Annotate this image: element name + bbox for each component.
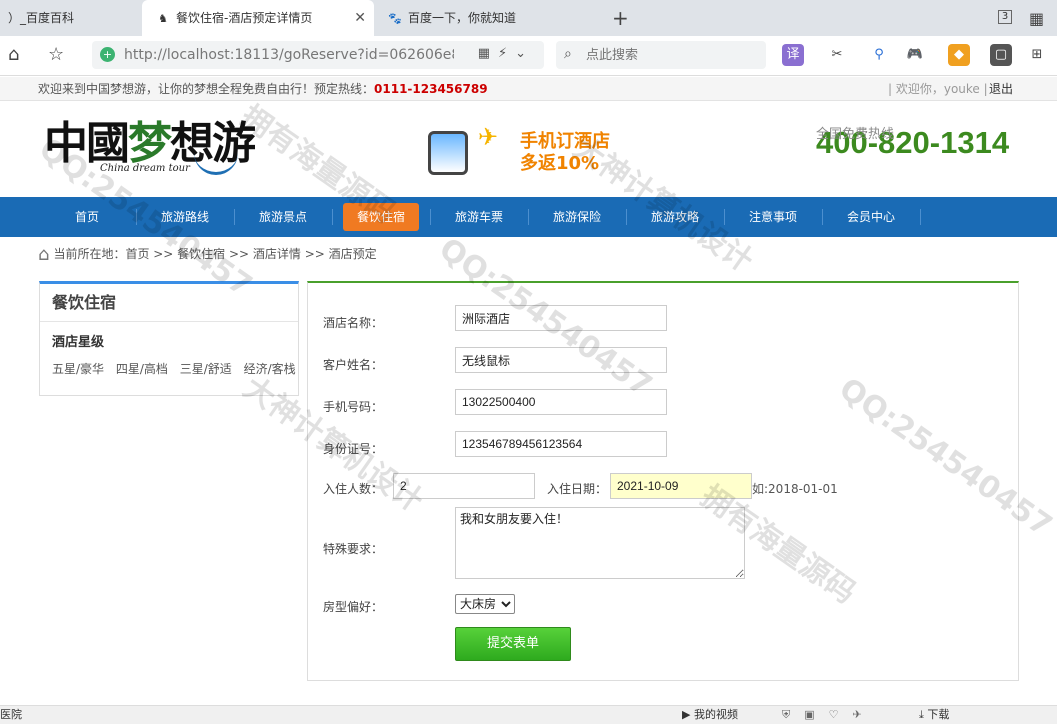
guests-label: 入住人数： (323, 482, 384, 496)
id-number-field[interactable] (455, 431, 667, 457)
tab-reserve-label: 餐饮住宿-酒店预定详情页 (176, 11, 313, 25)
horse-icon: ♞ (158, 12, 168, 25)
tab-baidu-label: 百度一下，你就知道 (408, 11, 517, 25)
sidebar: 餐饮住宿 酒店星级 五星/豪华 四星/高档 三星/舒适 经济/客栈 (39, 281, 299, 396)
phone-field[interactable] (455, 389, 667, 415)
special-request-label: 特殊要求： (323, 542, 384, 556)
main-nav: 首页 旅游路线 旅游景点 餐饮住宿 旅游车票 旅游保险 旅游攻略 注意事项 会员… (0, 197, 1057, 237)
browser-status-bar: 医院 ▶ 我的视频 ⛨▣♡✈ ⤓ 下载 (0, 705, 1057, 724)
guests-field[interactable] (393, 473, 535, 499)
address-bar[interactable]: + http://localhost:18113/goReserve?id=06… (92, 41, 544, 69)
phone-label: 手机号码： (323, 400, 384, 414)
my-videos-button[interactable]: ▶ 我的视频 (682, 706, 738, 724)
hotline-label: 全国免费热线 (816, 127, 895, 142)
breadcrumb-text[interactable]: 当前所在地：首页 >> 餐饮住宿 >> 酒店详情 >> 酒店预定 (53, 247, 376, 261)
nav-member[interactable]: 会员中心 (822, 197, 920, 237)
url-text[interactable]: http://localhost:18113/goReserve?id=0626… (124, 47, 454, 63)
nav-notices[interactable]: 注意事项 (724, 197, 822, 237)
checkin-date-label: 入住日期： (547, 482, 608, 496)
customer-name-label: 客户姓名： (323, 358, 384, 372)
browser-toolbar: ⌂ ☆ + http://localhost:18113/goReserve?i… (0, 36, 1057, 76)
sidebar-link-five-star[interactable]: 五星/豪华 (52, 362, 104, 376)
submit-button[interactable]: 提交表单 (455, 627, 571, 661)
apps-icon[interactable]: ⊞ (1026, 44, 1048, 66)
translate-icon[interactable]: 译 (782, 44, 804, 66)
box-icon[interactable]: ▢ (990, 44, 1012, 66)
welcome-text: 欢迎来到中国梦想游，让你的梦想全程免费自由行！预定热线：0111-1234567… (38, 82, 488, 96)
search-input[interactable] (586, 47, 756, 62)
hotel-name-field[interactable] (455, 305, 667, 331)
home-icon[interactable]: ⌂ (38, 244, 49, 265)
nav-tickets[interactable]: 旅游车票 (430, 197, 528, 237)
paw-icon: 🐾 (388, 12, 402, 25)
promo-line-2: 多返10% (520, 153, 600, 174)
nav-divider (920, 209, 921, 225)
free-hotline: 全国免费热线 400-820-1314 (816, 123, 1009, 163)
sidebar-link-four-star[interactable]: 四星/高档 (116, 362, 168, 376)
checkin-date-field[interactable] (610, 473, 752, 499)
nav-routes[interactable]: 旅游路线 (136, 197, 234, 237)
tab-count-badge[interactable]: 3 (998, 10, 1012, 24)
address-tools-icon[interactable]: ▦⚡⌄ (478, 46, 534, 61)
download-button[interactable]: ⤓ 下载 (919, 706, 949, 724)
phone-icon (428, 131, 468, 175)
room-type-label: 房型偏好： (323, 600, 384, 614)
tab-baidu[interactable]: 🐾 百度一下，你就知道 (380, 0, 606, 36)
reservation-form: 酒店名称： 客户姓名： 手机号码： 身份证号： 入住人数： 入住日期： 如:20… (307, 281, 1019, 681)
tab-baike-label: ）_百度百科 (8, 11, 75, 25)
site-logo[interactable]: 中國梦想游 China dream tour (44, 119, 256, 175)
nav-divider (332, 209, 333, 225)
logo-english: China dream tour (100, 163, 190, 174)
sidebar-link-economy[interactable]: 经济/客栈 (244, 362, 296, 376)
nav-home[interactable]: 首页 (38, 197, 136, 237)
grid-icon[interactable]: ▦ (1029, 9, 1044, 28)
sidebar-section-title: 酒店星级 (52, 335, 105, 350)
status-tools-icon[interactable]: ⛨▣♡✈ (782, 706, 876, 724)
breadcrumb: ⌂ 当前所在地：首页 >> 餐饮住宿 >> 酒店详情 >> 酒店预定 (38, 243, 377, 265)
id-number-label: 身份证号： (323, 442, 384, 456)
tab-reserve[interactable]: ♞ 餐饮住宿-酒店预定详情页 ✕ (142, 0, 374, 36)
date-format-hint: 如:2018-01-01 (752, 482, 838, 496)
browser-search[interactable]: ⌕ (556, 41, 766, 69)
user-greeting: | 欢迎你，youke | (888, 82, 988, 96)
nav-dining-lodging[interactable]: 餐饮住宿 (343, 203, 419, 231)
logo-wave-icon (194, 153, 238, 175)
promo-line-1: 手机订酒店 (520, 131, 610, 152)
scissors-icon[interactable]: ✂ (826, 44, 848, 66)
room-type-select[interactable]: 大床房 (455, 594, 515, 614)
logout-link[interactable]: 退出 (989, 77, 1013, 101)
nav-insurance[interactable]: 旅游保险 (528, 197, 626, 237)
hotel-name-label: 酒店名称： (323, 316, 384, 330)
browser-tab-strip: ）_百度百科 ♞ 餐饮住宿-酒店预定详情页 ✕ 🐾 百度一下，你就知道 + 3 ▦ (0, 0, 1057, 36)
reservation-hotline: 0111-123456789 (374, 82, 488, 96)
search-icon: ⌕ (564, 46, 572, 62)
nav-guides[interactable]: 旅游攻略 (626, 197, 724, 237)
extension-icon[interactable]: ◆ (948, 44, 970, 66)
site-header: 中國梦想游 China dream tour ✈ 手机订酒店 多返10% 全国免费… (0, 101, 1057, 197)
tab-baike[interactable]: ）_百度百科 (0, 0, 136, 36)
gamepad-icon[interactable]: 🎮 (904, 44, 926, 66)
customer-name-field[interactable] (455, 347, 667, 373)
close-tab-icon[interactable]: ✕ (354, 0, 366, 36)
home-icon[interactable]: ⌂ (8, 44, 19, 66)
new-tab-button[interactable]: + (612, 4, 629, 32)
special-request-field[interactable]: 我和女朋友要入住！ (455, 507, 745, 579)
secure-icon: + (100, 47, 115, 62)
site-top-strip: 欢迎来到中国梦想游，让你的梦想全程免费自由行！预定热线：0111-1234567… (0, 77, 1057, 101)
magnifier-icon[interactable]: ⚲ (868, 44, 890, 66)
nav-attractions[interactable]: 旅游景点 (234, 197, 332, 237)
paper-plane-icon: ✈ (478, 123, 499, 151)
status-left-text: 医院 (0, 708, 22, 721)
sidebar-link-three-star[interactable]: 三星/舒适 (180, 362, 232, 376)
sidebar-title: 餐饮住宿 (40, 284, 298, 322)
star-icon[interactable]: ☆ (48, 44, 64, 66)
